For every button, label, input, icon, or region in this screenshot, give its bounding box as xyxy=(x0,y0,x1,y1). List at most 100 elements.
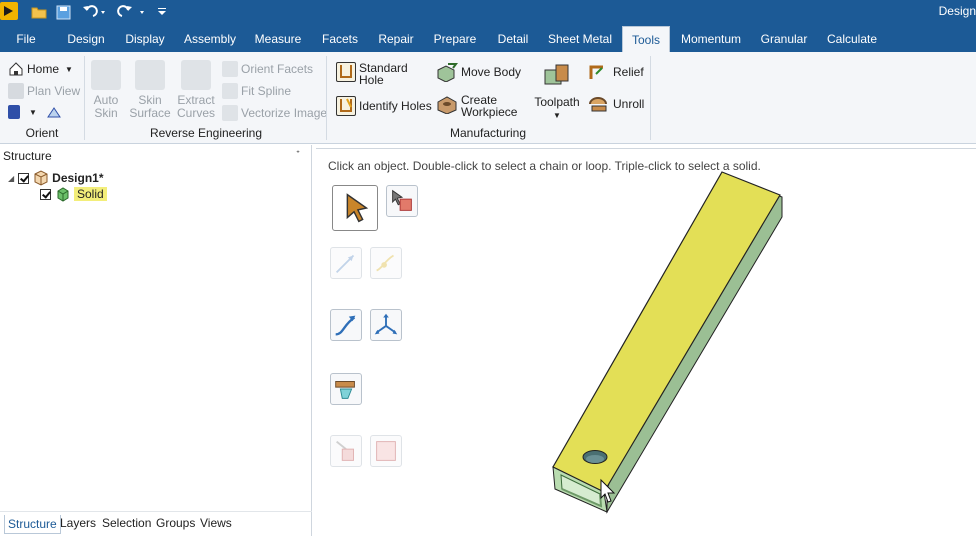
solid-body[interactable] xyxy=(540,167,800,517)
solid-body-icon xyxy=(55,186,71,202)
relief-icon xyxy=(588,62,610,82)
plan-view-label: Plan View xyxy=(27,84,81,98)
skin-surface-icon xyxy=(135,60,165,90)
app-logo-icon[interactable] xyxy=(0,2,18,20)
create-workpiece-icon xyxy=(436,94,458,115)
standard-hole-button[interactable]: Standard Hole xyxy=(336,62,408,86)
ribbon: Home ▼ Plan View ▼ Orient Auto Skin Skin… xyxy=(0,52,976,144)
vectorize-image-button[interactable]: Vectorize Image xyxy=(222,105,327,121)
structure-panel: Structure ᐩ ◢ Design1* Solid Structure L… xyxy=(0,145,312,536)
orient-facets-button[interactable]: Orient Facets xyxy=(222,61,313,77)
select-edge-tool-button[interactable] xyxy=(330,247,362,279)
home-label: Home xyxy=(27,62,60,76)
move-body-button[interactable]: Move Body xyxy=(436,62,522,83)
move-body-icon xyxy=(436,62,458,83)
select-tool-button[interactable] xyxy=(332,185,378,231)
bottom-tab-views[interactable]: Views xyxy=(200,516,232,530)
chevron-down-icon[interactable]: ▼ xyxy=(29,108,37,117)
title-bar: Design xyxy=(0,0,976,24)
tree-item-label: Design1* xyxy=(52,171,104,185)
tab-calculate[interactable]: Calculate xyxy=(822,24,882,52)
ribbon-separator xyxy=(84,56,85,140)
skin-surface-button[interactable]: Skin Surface xyxy=(128,60,172,120)
tab-granular[interactable]: Granular xyxy=(756,24,812,52)
create-workpiece-button[interactable]: Create Workpiece xyxy=(436,94,517,118)
toolpath-label: Toolpath xyxy=(534,95,580,109)
redo-icon[interactable] xyxy=(116,2,146,22)
ribbon-tabs: File Design Display Assembly Measure Fac… xyxy=(0,24,976,52)
tab-momentum[interactable]: Momentum xyxy=(678,24,744,52)
tab-file[interactable]: File xyxy=(6,24,46,52)
select-body-tool-button[interactable] xyxy=(386,185,418,217)
chevron-down-icon[interactable]: ▼ xyxy=(534,109,580,122)
auto-skin-label: Auto Skin xyxy=(93,93,119,120)
select-chain-tool-button[interactable] xyxy=(330,309,362,341)
fit-spline-icon xyxy=(222,83,238,99)
skin-surface-label: Skin Surface xyxy=(129,93,171,120)
group-label-reverse-engineering: Reverse Engineering xyxy=(149,126,263,140)
visibility-checkbox[interactable] xyxy=(40,188,51,200)
bottom-tab-groups[interactable]: Groups xyxy=(156,516,195,530)
save-icon[interactable] xyxy=(54,2,72,22)
relief-label: Relief xyxy=(613,65,644,79)
visibility-checkbox[interactable] xyxy=(18,172,30,184)
tab-repair[interactable]: Repair xyxy=(374,24,418,52)
snap-view-button[interactable] xyxy=(46,105,65,121)
tab-facets[interactable]: Facets xyxy=(316,24,364,52)
undo-icon[interactable] xyxy=(80,2,106,22)
home-icon xyxy=(8,61,24,77)
structure-panel-title: Structure xyxy=(3,149,52,163)
bottom-tab-selection[interactable]: Selection xyxy=(102,516,151,530)
arrow-cursor-icon xyxy=(346,193,369,223)
ribbon-separator xyxy=(326,56,327,140)
customize-icon[interactable] xyxy=(156,2,168,22)
collapse-icon[interactable]: ◢ xyxy=(8,174,14,183)
design-icon xyxy=(33,170,49,186)
bottom-tab-layers[interactable]: Layers xyxy=(60,516,96,530)
relief-button[interactable]: Relief xyxy=(588,62,644,82)
tree-item-label: Solid xyxy=(74,187,107,201)
tab-prepare[interactable]: Prepare xyxy=(430,24,480,52)
select-region-tool-button[interactable] xyxy=(370,435,402,467)
tab-detail[interactable]: Detail xyxy=(492,24,534,52)
orient-facets-label: Orient Facets xyxy=(241,62,314,76)
tab-tools[interactable]: Tools xyxy=(622,26,670,52)
tree-item-design[interactable]: ◢ Design1* xyxy=(8,170,104,186)
open-folder-icon[interactable] xyxy=(30,2,48,22)
extract-curves-button[interactable]: Extract Curves xyxy=(174,60,218,120)
tab-assembly[interactable]: Assembly xyxy=(180,24,240,52)
select-vertex-tool-button[interactable] xyxy=(370,247,402,279)
ribbon-separator xyxy=(650,56,651,140)
orient-facets-icon xyxy=(222,61,238,77)
select-direction-tool-button[interactable] xyxy=(370,309,402,341)
curve-arrow-icon xyxy=(335,315,356,336)
standard-hole-icon xyxy=(336,62,356,82)
group-label-orient: Orient xyxy=(25,126,59,140)
tab-display[interactable]: Display xyxy=(120,24,170,52)
design-canvas[interactable]: Click an object. Double-click to select … xyxy=(316,148,976,536)
fit-spline-button[interactable]: Fit Spline xyxy=(222,83,291,99)
tree-item-solid[interactable]: Solid xyxy=(40,186,107,202)
toolpath-button[interactable]: Toolpath ▼ xyxy=(534,62,580,122)
home-button[interactable]: Home ▼ xyxy=(8,61,73,77)
tab-sheet-metal[interactable]: Sheet Metal xyxy=(546,24,614,52)
plan-view-icon xyxy=(8,83,24,99)
unroll-button[interactable]: Unroll xyxy=(588,94,644,114)
chevron-down-icon[interactable]: ▼ xyxy=(65,65,73,74)
tab-design[interactable]: Design xyxy=(60,24,112,52)
auto-skin-button[interactable]: Auto Skin xyxy=(88,60,124,120)
move-body-label: Move Body xyxy=(461,65,522,79)
toolpath-icon xyxy=(542,62,572,92)
identify-holes-icon xyxy=(336,96,356,116)
select-plane-tool-button[interactable] xyxy=(330,373,362,405)
standard-hole-label: Standard Hole xyxy=(359,61,408,87)
pin-icon[interactable]: ᐩ xyxy=(296,149,300,160)
window-title: Design xyxy=(938,4,976,18)
bottom-tab-structure[interactable]: Structure xyxy=(4,515,61,534)
plan-view-button[interactable]: Plan View xyxy=(8,83,80,99)
identify-holes-button[interactable]: Identify Holes xyxy=(336,96,432,116)
vertex-curve-icon xyxy=(376,254,395,272)
select-face-tool-button[interactable] xyxy=(330,435,362,467)
tab-measure[interactable]: Measure xyxy=(250,24,306,52)
view-cube-button[interactable]: ▼ xyxy=(8,105,37,119)
